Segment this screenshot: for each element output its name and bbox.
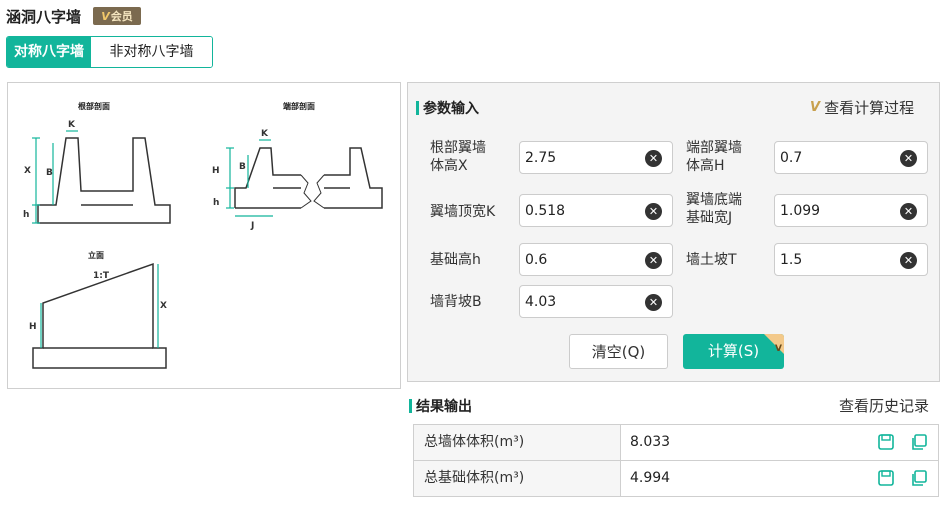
vip-icon: V (810, 100, 821, 115)
result-row-base-volume: 总基础体积(m³) 4.994 (413, 460, 939, 497)
field-label-soil-slope: 墙土坡T (686, 251, 737, 269)
label-h-small: h (23, 210, 29, 220)
label-h-end-small: h (213, 198, 219, 208)
root-section-dims (32, 130, 78, 224)
clear-icon[interactable]: ✕ (900, 252, 917, 269)
vip-badge-label: 会员 (110, 10, 133, 23)
param-section-title: 参数输入 (416, 98, 479, 118)
label-x: X (24, 166, 31, 176)
input-value: 1.099 (780, 203, 821, 219)
elevation-title: 立面 (88, 250, 104, 260)
copy-icon[interactable] (910, 433, 928, 451)
base-width-input[interactable]: 1.099 ✕ (774, 194, 928, 227)
label-k: K (68, 120, 76, 130)
clear-button[interactable]: 清空(Q) (569, 334, 668, 369)
section-accent-bar (416, 101, 419, 115)
field-label-top-width: 翼墙顶宽K (430, 203, 495, 221)
save-icon[interactable] (877, 469, 895, 487)
label-line: 墙土坡T (686, 252, 737, 268)
label-line: 墙背坡B (430, 294, 482, 310)
clear-icon[interactable]: ✕ (645, 203, 662, 220)
field-label-end-height: 端部翼墙 体高H (686, 139, 742, 175)
label-line: 翼墙顶宽K (430, 204, 496, 220)
page-title: 涵洞八字墙 (6, 8, 82, 26)
field-label-base-width: 翼墙底端 基础宽J (686, 191, 742, 227)
root-section-drawing (37, 137, 171, 224)
param-panel: 参数输入 V 查看计算过程 根部翼墙 体高X 2.75 ✕ 端部翼墙 体高H 0… (407, 82, 940, 382)
label-k-end: K (261, 129, 269, 139)
field-label-root-height: 根部翼墙 体高X (430, 139, 486, 175)
result-row-wall-volume: 总墙体体积(m³) 8.033 (413, 424, 939, 461)
result-label: 总墙体体积(m³) (414, 425, 621, 460)
clear-icon[interactable]: ✕ (900, 150, 917, 167)
view-calc-link[interactable]: V 查看计算过程 (810, 97, 914, 118)
input-value: 2.75 (525, 150, 557, 166)
label-j: J (250, 221, 254, 231)
label-x-elev: X (160, 301, 167, 311)
clear-icon[interactable]: ✕ (645, 252, 662, 269)
tab-bar: 对称八字墙 非对称八字墙 (6, 36, 213, 68)
view-calc-link-text: 查看计算过程 (824, 99, 915, 117)
input-value: 0.6 (525, 252, 548, 268)
label-h-end: H (212, 166, 220, 176)
vip-corner-icon: V (775, 344, 782, 354)
end-height-input[interactable]: 0.7 ✕ (774, 141, 928, 174)
tab-asymmetric-wingwall[interactable]: 非对称八字墙 (91, 37, 212, 67)
clear-icon[interactable]: ✕ (645, 150, 662, 167)
result-label: 总基础体积(m³) (414, 461, 621, 496)
wingwall-diagram: 根部剖面 端部剖面 立面 X B h K H B h K J H X 1:T (23, 101, 383, 369)
view-history-link[interactable]: 查看历史记录 (839, 395, 929, 416)
soil-slope-input[interactable]: 1.5 ✕ (774, 243, 928, 276)
input-value: 1.5 (780, 252, 803, 268)
base-height-input[interactable]: 0.6 ✕ (519, 243, 673, 276)
back-slope-input[interactable]: 4.03 ✕ (519, 285, 673, 318)
field-label-base-height: 基础高h (430, 251, 481, 269)
field-label-back-slope: 墙背坡B (430, 293, 482, 311)
label-slope: 1:T (93, 271, 110, 281)
calculate-button[interactable]: 计算(S) V (683, 334, 784, 369)
clear-icon[interactable]: ✕ (900, 203, 917, 220)
root-section-title: 根部剖面 (78, 101, 110, 111)
end-section-drawing (234, 147, 383, 209)
label-line: 端部翼墙 (686, 140, 742, 156)
label-line: 体高H (686, 158, 725, 174)
label-line: 基础高h (430, 252, 481, 268)
result-value: 4.994 (630, 470, 671, 486)
input-value: 0.7 (780, 150, 803, 166)
param-section-title-text: 参数输入 (423, 101, 479, 117)
top-width-input[interactable]: 0.518 ✕ (519, 194, 673, 227)
input-value: 4.03 (525, 294, 557, 310)
save-icon[interactable] (877, 433, 895, 451)
label-line: 根部翼墙 (430, 140, 486, 156)
end-section-title: 端部剖面 (283, 101, 315, 111)
diagram-panel: 根部剖面 端部剖面 立面 X B h K H B h K J H X 1:T (7, 82, 401, 389)
tab-symmetric-wingwall[interactable]: 对称八字墙 (7, 37, 91, 67)
calculate-button-label: 计算(S) (707, 342, 760, 360)
copy-icon[interactable] (910, 469, 928, 487)
result-section-title: 结果输出 (409, 396, 472, 416)
label-line: 体高X (430, 158, 468, 174)
section-accent-bar (409, 399, 412, 413)
label-b: B (46, 168, 53, 178)
root-height-input[interactable]: 2.75 ✕ (519, 141, 673, 174)
input-value: 0.518 (525, 203, 566, 219)
label-line: 基础宽J (686, 210, 733, 226)
vip-badge-prefix: V (101, 9, 110, 23)
result-section-title-text: 结果输出 (416, 399, 472, 415)
clear-icon[interactable]: ✕ (645, 294, 662, 311)
vip-badge: V 会员 (93, 7, 141, 25)
label-line: 翼墙底端 (686, 192, 742, 208)
label-h-elev: H (29, 322, 37, 332)
label-b-end: B (239, 162, 246, 172)
result-value: 8.033 (630, 434, 671, 450)
